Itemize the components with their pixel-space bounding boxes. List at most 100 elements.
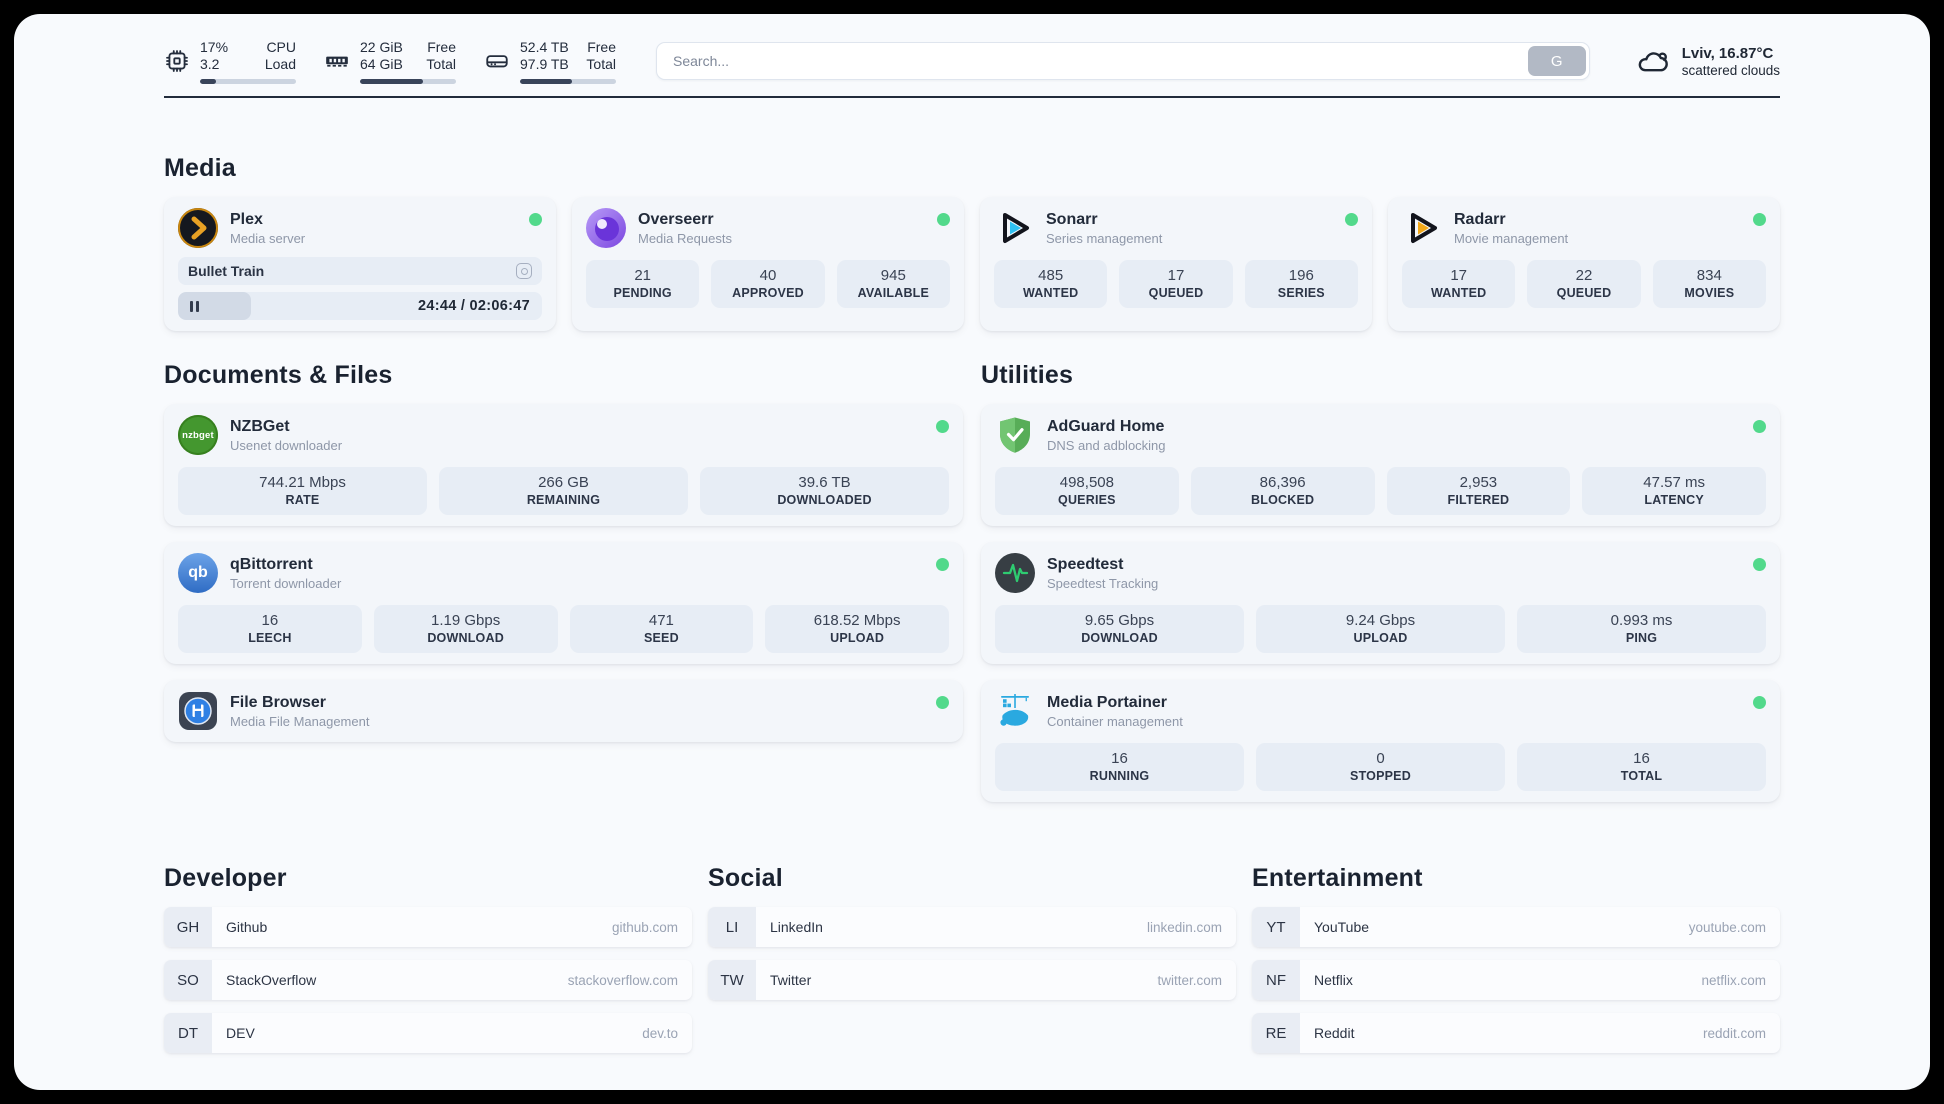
bookmark-linkedin[interactable]: LI LinkedIn linkedin.com <box>708 907 1236 947</box>
bookmark-github[interactable]: GH Github github.com <box>164 907 692 947</box>
stat-tile: 9.24 Gbps UPLOAD <box>1256 605 1505 653</box>
portainer-icon <box>995 691 1035 731</box>
stat-label: DOWNLOAD <box>1081 631 1158 645</box>
bookmark-name: StackOverflow <box>226 972 317 988</box>
plex-session-row[interactable]: Bullet Train <box>178 257 542 285</box>
status-online-dot <box>1753 558 1766 571</box>
stat-value: 0 <box>1376 750 1385 767</box>
disk-progress-fill <box>520 78 572 84</box>
ram-widget: 22 GiB Free 64 GiB Total <box>324 39 456 84</box>
stat-label: LEECH <box>248 631 292 645</box>
ram-progress-fill <box>360 78 424 84</box>
stat-value: 17 <box>1450 267 1467 284</box>
utilities-column: Utilities AdGuard Home DNS and adblockin… <box>981 361 1780 802</box>
bookmark-dev[interactable]: DT DEV dev.to <box>164 1013 692 1053</box>
service-description: Media Requests <box>638 230 732 246</box>
stat-tile: 485 WANTED <box>994 260 1108 308</box>
stat-value: 9.24 Gbps <box>1345 612 1416 629</box>
ram-icon <box>326 56 348 67</box>
weather-condition: scattered clouds <box>1681 62 1780 78</box>
stat-tile: 86,396 BLOCKED <box>1190 467 1375 515</box>
service-card-speedtest[interactable]: Speedtest Speedtest Tracking 9.65 Gbps DO… <box>981 542 1780 664</box>
stat-label: UPLOAD <box>830 631 885 645</box>
system-stats: 17% CPU 3.2 Load 22 GiB Free 64 GiB Total <box>164 39 616 84</box>
status-online-dot <box>1753 696 1766 709</box>
stat-value: 0.993 ms <box>1610 612 1673 629</box>
top-bar: 17% CPU 3.2 Load 22 GiB Free 64 GiB Total <box>164 38 1780 84</box>
status-online-dot <box>1753 420 1766 433</box>
service-name: Sonarr <box>1046 210 1098 228</box>
stat-tile: 945 AVAILABLE <box>836 260 950 308</box>
status-online-dot <box>1753 213 1766 226</box>
stat-value: 21 <box>634 267 651 284</box>
service-name: Media Portainer <box>1047 693 1168 711</box>
service-card-overseerr[interactable]: Overseerr Media Requests 21 PENDING 40 APP… <box>572 197 964 331</box>
service-card-portainer[interactable]: Media Portainer Container management 16 R… <box>981 680 1780 802</box>
bookmark-abbr: DT <box>164 1013 212 1053</box>
search-provider-button[interactable]: G <box>1527 46 1586 76</box>
bookmark-stackoverflow[interactable]: SO StackOverflow stackoverflow.com <box>164 960 692 1000</box>
service-card-qbittorrent[interactable]: qb qBittorrent Torrent downloader 16 LEEC… <box>164 542 963 664</box>
service-description: Series management <box>1046 230 1163 246</box>
service-card-filebrowser[interactable]: File Browser Media File Management <box>164 680 963 742</box>
cpu-progress-fill <box>200 78 217 84</box>
stat-label: SEED <box>643 631 679 645</box>
stat-label: QUERIES <box>1058 493 1116 507</box>
stat-value: 39.6 TB <box>798 474 851 491</box>
developer-column: Developer GH Github github.com SO StackO… <box>164 864 692 1053</box>
bookmark-reddit[interactable]: RE Reddit reddit.com <box>1252 1013 1780 1053</box>
service-card-sonarr[interactable]: Sonarr Series management 485 WANTED 17 QUE… <box>980 197 1372 331</box>
cpu-usage: 17% <box>200 38 229 55</box>
stat-value: 9.65 Gbps <box>1084 612 1155 629</box>
disk-progress-track <box>520 78 616 84</box>
service-name: Plex <box>230 210 263 228</box>
bookmark-netflix[interactable]: NF Netflix netflix.com <box>1252 960 1780 1000</box>
stat-label: QUEUED <box>1556 286 1612 300</box>
stat-label: TOTAL <box>1620 769 1663 783</box>
stat-value: 17 <box>1167 267 1185 284</box>
bookmark-youtube[interactable]: YT YouTube youtube.com <box>1252 907 1780 947</box>
stat-value: 945 <box>880 267 906 284</box>
section-title-entertainment: Entertainment <box>1252 864 1423 892</box>
plex-progress-fill <box>178 292 251 320</box>
stat-tile: 17 QUEUED <box>1119 260 1233 308</box>
status-online-dot <box>529 213 542 226</box>
search-input[interactable] <box>657 43 1525 79</box>
entertainment-column: Entertainment YT YouTube youtube.com NF … <box>1252 864 1780 1053</box>
plex-player-progress[interactable]: 24:44 / 02:06:47 <box>178 292 542 320</box>
stat-label: STOPPED <box>1350 769 1411 783</box>
service-card-radarr[interactable]: Radarr Movie management 17 WANTED 22 QUEUE… <box>1388 197 1780 331</box>
bookmark-url: github.com <box>611 919 678 935</box>
bookmark-url: dev.to <box>642 1025 678 1041</box>
bookmark-twitter[interactable]: TW Twitter twitter.com <box>708 960 1236 1000</box>
stat-value: 86,396 <box>1259 474 1306 491</box>
social-column: Social LI LinkedIn linkedin.com TW Twitt… <box>708 864 1236 1053</box>
status-online-dot <box>937 213 950 226</box>
service-card-plex[interactable]: Plex Media server Bullet Train 24:44 / 0… <box>164 197 556 331</box>
stat-value: 471 <box>648 612 674 629</box>
bookmark-url: netflix.com <box>1701 972 1766 988</box>
stat-tile: 266 GB REMAINING <box>439 467 688 515</box>
bookmark-name: Netflix <box>1314 972 1353 988</box>
stat-tile: 21 PENDING <box>586 260 700 308</box>
bookmark-abbr: SO <box>164 960 212 1000</box>
bookmark-url: twitter.com <box>1157 972 1222 988</box>
nzbget-icon: nzbget <box>178 415 218 455</box>
status-online-dot <box>936 696 949 709</box>
stat-tile: 39.6 TB DOWNLOADED <box>700 467 949 515</box>
service-card-nzbget[interactable]: nzbget NZBGet Usenet downloader 744.21 M… <box>164 404 963 526</box>
bookmark-abbr: TW <box>708 960 756 1000</box>
adguard-icon <box>995 415 1035 455</box>
service-card-adguard[interactable]: AdGuard Home DNS and adblocking 498,508 Q… <box>981 404 1780 526</box>
stat-value: 40 <box>759 267 777 284</box>
plex-playback-time: 24:44 / 02:06:47 <box>417 298 530 314</box>
bookmark-abbr: YT <box>1252 907 1300 947</box>
bookmark-url: reddit.com <box>1702 1025 1766 1041</box>
weather-location-temp: Lviv, 16.87°C <box>1681 44 1774 62</box>
cpu-progress-track <box>200 78 296 84</box>
service-name: Radarr <box>1454 210 1506 228</box>
stat-tile: 9.65 Gbps DOWNLOAD <box>995 605 1244 653</box>
bookmark-name: LinkedIn <box>770 919 823 935</box>
section-title-social: Social <box>708 864 783 892</box>
dashboard-panel: 17% CPU 3.2 Load 22 GiB Free 64 GiB Total <box>14 14 1930 1090</box>
